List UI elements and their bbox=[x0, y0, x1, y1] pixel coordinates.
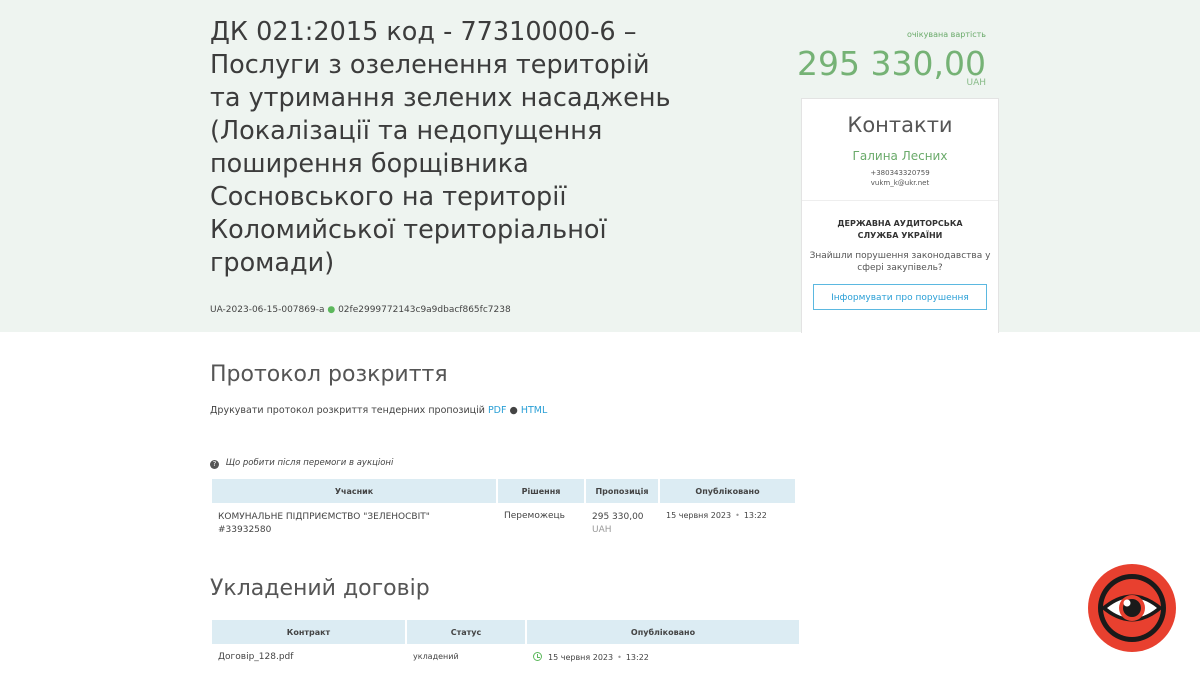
column-header-contract: Контракт bbox=[212, 620, 405, 644]
contract-published-date: 15 червня 2023 bbox=[548, 653, 614, 662]
contract-published-cell: 15 червня 2023 • 13:22 bbox=[527, 644, 799, 662]
published-time: 13:22 bbox=[743, 511, 767, 520]
eye-logo-icon bbox=[1088, 564, 1176, 652]
contacts-title: Контакти bbox=[847, 113, 953, 137]
column-header-decision: Рішення bbox=[498, 479, 584, 503]
audit-service-text: Знайшли порушення законодавства у сфері … bbox=[809, 251, 991, 273]
contract-table: Контракт Статус Опубліковано Договір_128… bbox=[210, 620, 801, 662]
separator-dot: • bbox=[617, 653, 622, 662]
print-protocol-line: Друкувати протокол розкриття тендерних п… bbox=[210, 405, 547, 416]
contract-published-time: 13:22 bbox=[625, 653, 649, 662]
audit-service-title: ДЕРЖАВНА АУДИТОРСЬКА СЛУЖБА УКРАЇНИ bbox=[837, 219, 963, 240]
offer-currency: UAH bbox=[592, 525, 612, 535]
protocol-section-title: Протокол розкриття bbox=[210, 362, 448, 387]
contract-file-link[interactable]: Договір_128.pdf bbox=[212, 644, 405, 662]
column-header-status: Статус bbox=[407, 620, 525, 644]
separator-dot: ● bbox=[509, 405, 518, 416]
column-header-published: Опубліковано bbox=[660, 479, 795, 503]
published-cell: 15 червня 2023 • 13:22 bbox=[660, 503, 795, 537]
tender-title: ДК 021:2015 код - 77310000-6 – Послуги з… bbox=[210, 17, 671, 278]
print-html-link[interactable]: HTML bbox=[521, 405, 547, 416]
table-header-row: Учасник Рішення Пропозиція Опубліковано bbox=[212, 479, 795, 503]
offer-cell: 295 330,00 UAH bbox=[586, 503, 658, 537]
tender-hash: 02fe2999772143c9a9dbacf865fc7238 bbox=[338, 305, 511, 315]
participant-code: #33932580 bbox=[218, 525, 272, 535]
expected-price-value: 295 330,00 bbox=[797, 44, 986, 83]
clock-icon bbox=[533, 652, 542, 661]
table-row: КОМУНАЛЬНЕ ПІДПРИЄМСТВО "ЗЕЛЕНОСВІТ" #33… bbox=[212, 503, 795, 537]
column-header-offer: Пропозиція bbox=[586, 479, 658, 503]
contacts-card: Контакти Галина Лесних +380343320759 vuk… bbox=[801, 98, 999, 333]
tender-header: ДК 021:2015 код - 77310000-6 – Послуги з… bbox=[0, 0, 1200, 332]
table-row: Договір_128.pdf укладений 15 червня 2023… bbox=[212, 644, 799, 662]
contract-section-title: Укладений договір bbox=[210, 576, 430, 601]
separator-dot: ● bbox=[327, 305, 336, 315]
contact-name: Галина Лесних bbox=[852, 149, 948, 163]
expected-price-label: очікувана вартість bbox=[906, 30, 986, 39]
after-win-help[interactable]: ? Що робити після перемоги в аукціоні bbox=[210, 458, 393, 469]
participant-cell: КОМУНАЛЬНЕ ПІДПРИЄМСТВО "ЗЕЛЕНОСВІТ" #33… bbox=[212, 503, 496, 537]
print-pdf-link[interactable]: PDF bbox=[488, 405, 507, 416]
contact-phone: +380343320759 bbox=[870, 169, 930, 177]
after-win-help-text: Що робити після перемоги в аукціоні bbox=[225, 458, 394, 468]
divider bbox=[802, 200, 998, 201]
tender-identifier: UA-2023-06-15-007869-a ● 02fe2999772143c… bbox=[210, 305, 511, 315]
print-protocol-text: Друкувати протокол розкриття тендерних п… bbox=[210, 405, 485, 416]
contract-status: укладений bbox=[413, 652, 459, 661]
question-circle-icon: ? bbox=[210, 460, 219, 469]
offer-amount: 295 330,00 bbox=[592, 512, 644, 522]
contact-email: vukm_k@ukr.net bbox=[870, 179, 930, 187]
tender-id: UA-2023-06-15-007869-a bbox=[210, 305, 325, 315]
decision-cell: Переможець bbox=[504, 511, 565, 521]
column-header-published: Опубліковано bbox=[527, 620, 799, 644]
table-header-row: Контракт Статус Опубліковано bbox=[212, 620, 799, 644]
column-header-participant: Учасник bbox=[212, 479, 496, 503]
published-date: 15 червня 2023 bbox=[666, 511, 732, 520]
separator-dot: • bbox=[735, 511, 740, 520]
participant-name: КОМУНАЛЬНЕ ПІДПРИЄМСТВО "ЗЕЛЕНОСВІТ" bbox=[218, 512, 430, 522]
report-violation-button[interactable]: Інформувати про порушення bbox=[813, 284, 987, 310]
protocol-table: Учасник Рішення Пропозиція Опубліковано … bbox=[210, 479, 797, 537]
expected-price-currency: UAH bbox=[966, 78, 986, 88]
